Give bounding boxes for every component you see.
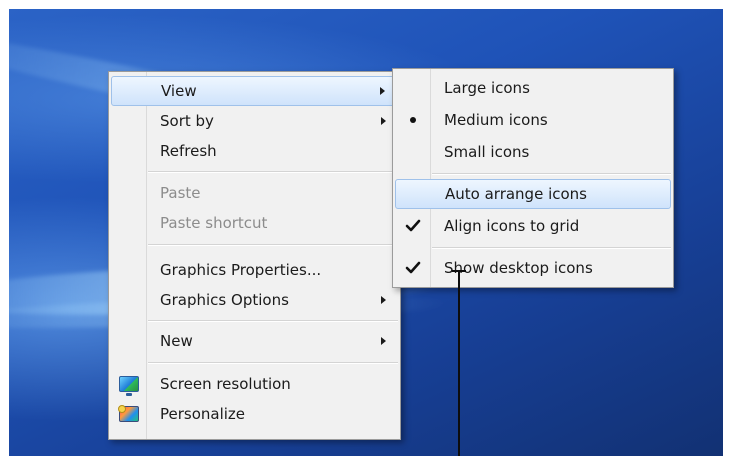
submenu-item-label: Auto arrange icons	[445, 185, 587, 203]
submenu-item-state-cell	[396, 180, 431, 208]
menu-item-icon-cell	[111, 178, 146, 208]
menu-item-paste-shortcut[interactable]: Paste shortcut	[111, 208, 398, 238]
submenu-item-small-icons[interactable]: Small icons	[395, 137, 671, 167]
menu-item-label: Personalize	[160, 405, 246, 423]
menu-item-label: Paste	[160, 184, 201, 202]
view-submenu: Large icons Medium icons Small icons Aut…	[392, 68, 674, 288]
chevron-right-icon	[380, 87, 385, 95]
submenu-separator	[432, 247, 671, 249]
submenu-item-label: Align icons to grid	[444, 217, 580, 235]
menu-item-screen-resolution[interactable]: Screen resolution	[111, 369, 398, 399]
text-cursor-stem	[458, 272, 460, 456]
menu-item-label: Graphics Options	[160, 291, 289, 309]
submenu-item-align-icons-to-grid[interactable]: Align icons to grid	[395, 211, 671, 241]
menu-separator	[148, 244, 398, 246]
menu-item-label: Sort by	[160, 112, 214, 130]
submenu-separator	[432, 173, 671, 175]
menu-item-label: Screen resolution	[160, 375, 291, 393]
menu-item-graphics-options[interactable]: Graphics Options	[111, 285, 398, 315]
menu-item-icon-cell	[111, 369, 146, 399]
submenu-item-label: Large icons	[444, 79, 530, 97]
menu-item-label: Refresh	[160, 142, 217, 160]
menu-item-icon-cell	[111, 106, 146, 136]
menu-item-refresh[interactable]: Refresh	[111, 136, 398, 166]
menu-item-icon-cell	[111, 136, 146, 166]
menu-item-new[interactable]: New	[111, 326, 398, 356]
submenu-item-medium-icons[interactable]: Medium icons	[395, 105, 671, 135]
menu-separator	[148, 362, 398, 364]
submenu-item-state-cell	[395, 105, 430, 135]
menu-item-icon-cell	[112, 77, 147, 105]
menu-item-sort-by[interactable]: Sort by	[111, 106, 398, 136]
desktop-context-menu: View Sort by Refresh Paste Paste shortcu…	[108, 71, 401, 440]
submenu-item-state-cell	[395, 73, 430, 103]
submenu-item-label: Show desktop icons	[444, 259, 593, 277]
submenu-item-large-icons[interactable]: Large icons	[395, 73, 671, 103]
menu-item-label: View	[161, 82, 197, 100]
menu-item-icon-cell	[111, 326, 146, 356]
menu-item-graphics-properties[interactable]: Graphics Properties...	[111, 255, 398, 285]
menu-separator	[148, 171, 398, 173]
submenu-item-auto-arrange-icons[interactable]: Auto arrange icons	[395, 179, 671, 209]
checkmark-icon	[405, 219, 420, 232]
submenu-item-state-cell	[395, 211, 430, 241]
checkmark-icon	[405, 261, 420, 274]
submenu-item-state-cell	[395, 137, 430, 167]
submenu-item-label: Small icons	[444, 143, 530, 161]
chevron-right-icon	[381, 296, 386, 304]
menu-item-paste[interactable]: Paste	[111, 178, 398, 208]
chevron-right-icon	[381, 337, 386, 345]
display-icon	[118, 376, 139, 396]
radio-dot-icon	[409, 117, 416, 123]
menu-item-label: Graphics Properties...	[160, 261, 322, 279]
menu-item-label: Paste shortcut	[160, 214, 268, 232]
menu-item-icon-cell	[111, 208, 146, 238]
menu-item-icon-cell	[111, 255, 146, 285]
personalize-icon	[117, 405, 139, 422]
menu-separator	[148, 320, 398, 322]
submenu-item-show-desktop-icons[interactable]: Show desktop icons	[395, 253, 671, 283]
menu-item-view[interactable]: View	[111, 76, 398, 106]
menu-item-icon-cell	[111, 285, 146, 315]
menu-item-icon-cell	[111, 399, 146, 429]
menu-item-label: New	[160, 332, 193, 350]
chevron-right-icon	[381, 117, 386, 125]
submenu-item-label: Medium icons	[444, 111, 548, 129]
submenu-item-state-cell	[395, 253, 430, 283]
menu-item-personalize[interactable]: Personalize	[111, 399, 398, 429]
